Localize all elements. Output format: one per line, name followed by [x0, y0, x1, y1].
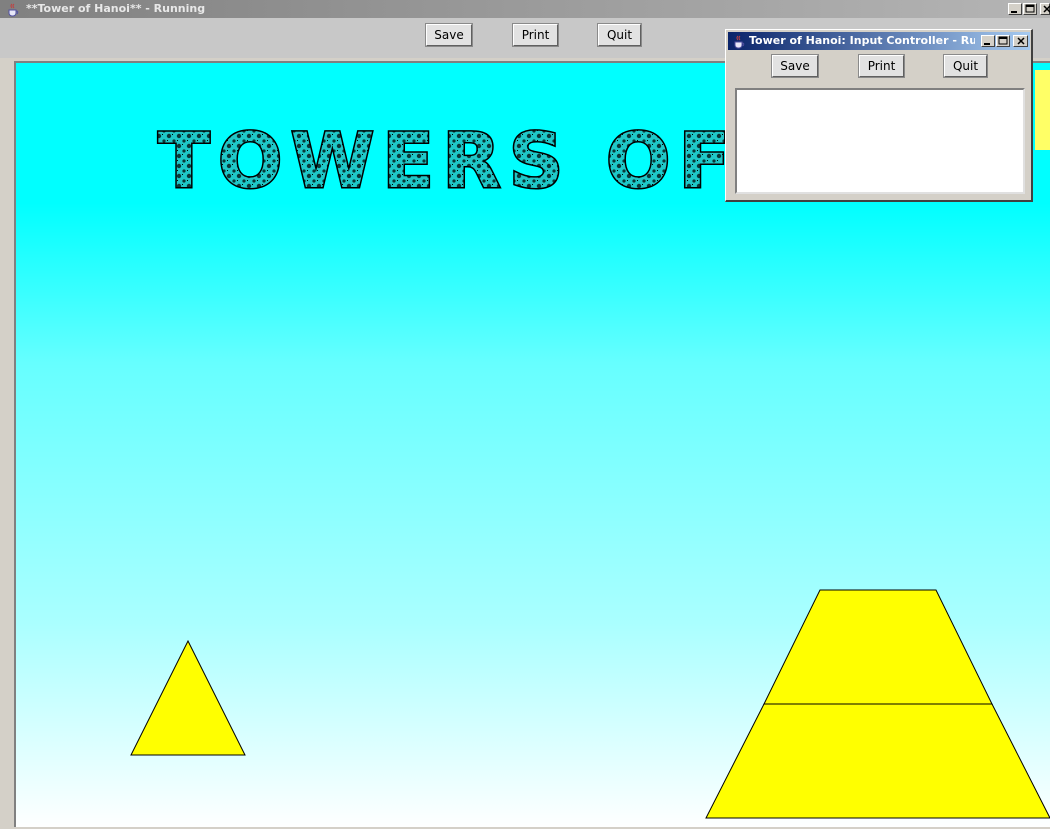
maximize-icon: [998, 36, 1008, 45]
main-titlebar[interactable]: **Tower of Hanoi** - Running: [0, 0, 1050, 18]
save-button[interactable]: Save: [425, 23, 473, 47]
minimize-icon: [984, 43, 990, 45]
print-button[interactable]: Print: [512, 23, 559, 47]
controller-minimize-button[interactable]: [981, 35, 995, 47]
controller-titlebar[interactable]: Tower of Hanoi: Input Controller - Run..…: [728, 32, 1030, 50]
java-cup-icon: [6, 2, 20, 17]
input-controller-window: Tower of Hanoi: Input Controller - Run..…: [725, 29, 1033, 202]
quit-button[interactable]: Quit: [597, 23, 642, 47]
offscreen-yellow-strip: [1035, 70, 1050, 150]
java-cup-icon: [732, 34, 746, 49]
disc-small[interactable]: [130, 639, 246, 756]
controller-save-button[interactable]: Save: [771, 54, 819, 78]
disc-large[interactable]: [705, 703, 1050, 819]
maximize-icon: [1025, 4, 1035, 13]
controller-print-button[interactable]: Print: [858, 54, 905, 78]
minimize-icon: [1011, 11, 1017, 13]
controller-window-title: Tower of Hanoi: Input Controller - Run..…: [749, 34, 975, 47]
main-maximize-button[interactable]: [1023, 3, 1037, 15]
controller-quit-button[interactable]: Quit: [943, 54, 988, 78]
controller-close-button[interactable]: [1013, 35, 1028, 47]
main-window-title: **Tower of Hanoi** - Running: [26, 2, 206, 15]
main-close-button[interactable]: [1040, 3, 1050, 15]
controller-log-textarea[interactable]: [735, 88, 1025, 194]
disc-medium[interactable]: [763, 589, 993, 705]
controller-maximize-button[interactable]: [996, 35, 1010, 47]
main-minimize-button[interactable]: [1008, 3, 1022, 15]
close-icon: [1043, 5, 1050, 13]
close-icon: [1017, 37, 1025, 45]
